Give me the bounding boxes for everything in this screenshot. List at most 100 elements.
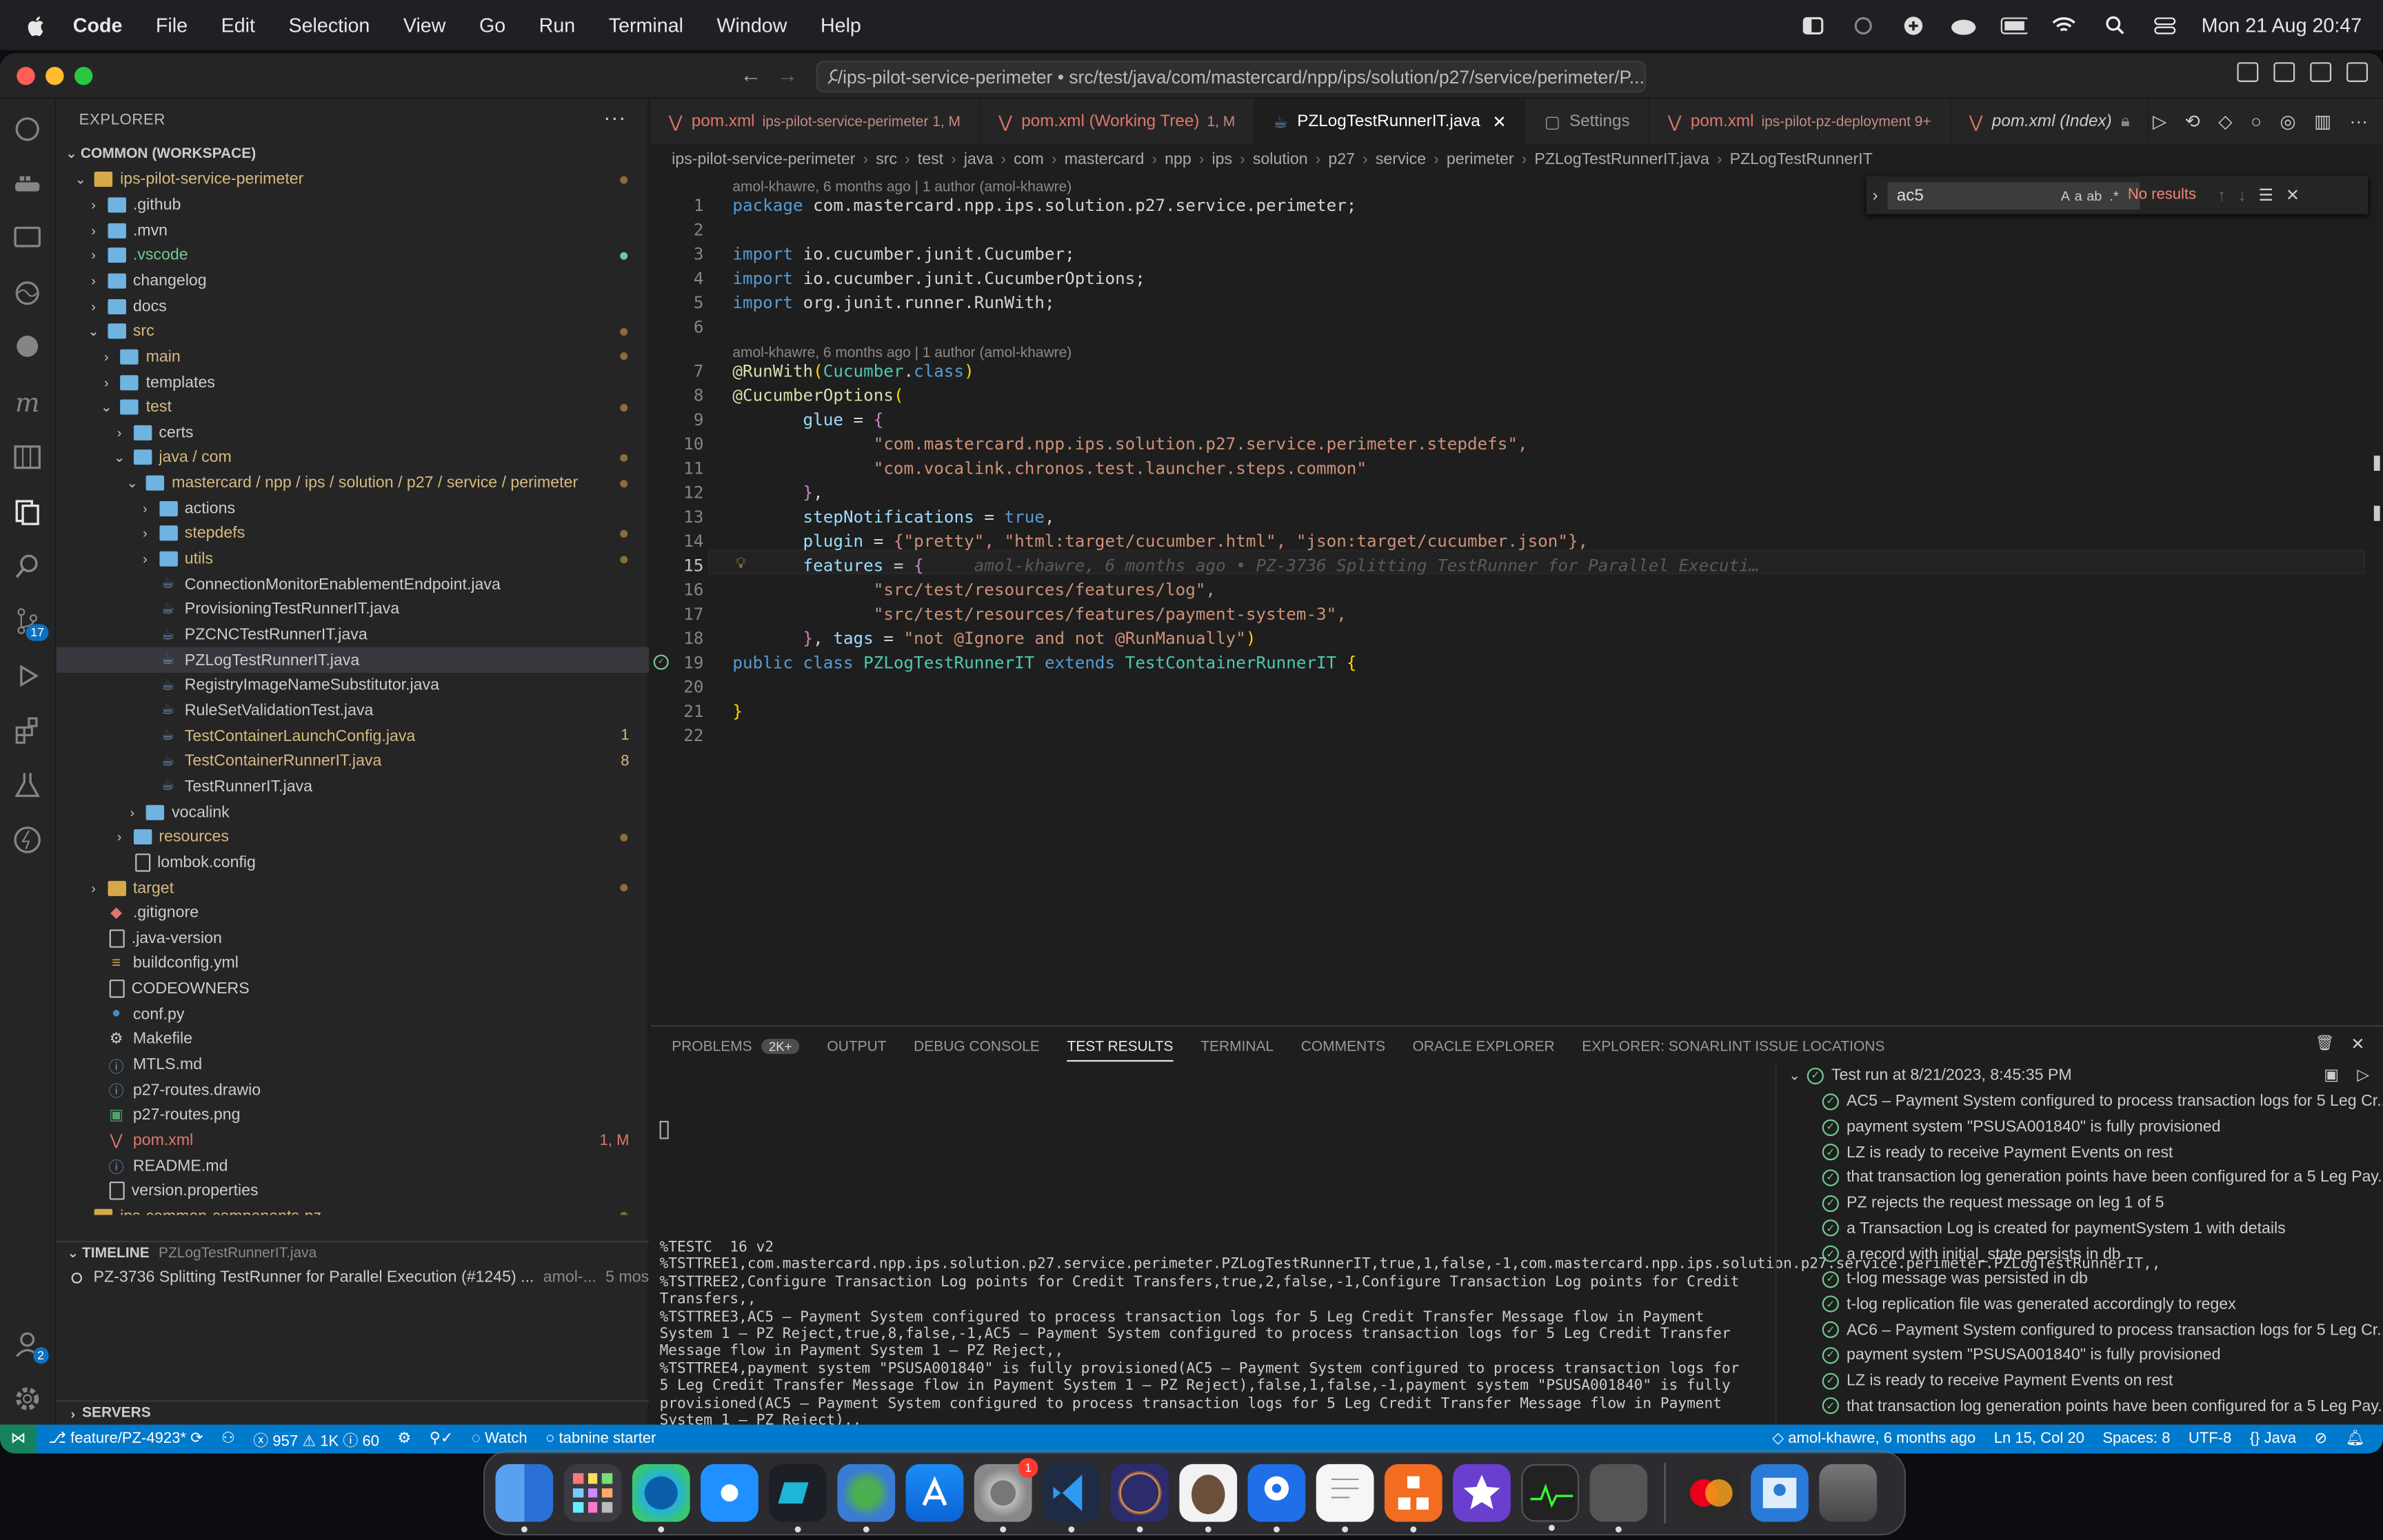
notifications-bell-icon[interactable]: 🔔︎	[2346, 1430, 2365, 1447]
maximize-window-button[interactable]	[74, 66, 93, 85]
menu-view[interactable]: View	[403, 14, 446, 37]
timeline-entry[interactable]: PZ-3736 Splitting TestRunner for Paralle…	[57, 1265, 649, 1290]
cloud-icon[interactable]	[1951, 14, 1978, 36]
run-icon[interactable]: ▷	[2357, 1066, 2369, 1084]
tree-file[interactable]: CODEOWNERS	[57, 976, 650, 1002]
codelens-blame[interactable]: amol-khawre, 6 months ago | 1 author (am…	[732, 179, 1072, 196]
menu-terminal[interactable]: Terminal	[609, 14, 683, 37]
apple-icon[interactable]	[24, 13, 48, 37]
tree-folder[interactable]: › stepdefs	[57, 521, 650, 547]
menu-selection[interactable]: Selection	[288, 14, 370, 37]
next-change-icon[interactable]: ○	[2251, 111, 2262, 132]
maven-icon[interactable]: m	[12, 387, 43, 418]
copilot-icon[interactable]: ⊘	[2315, 1430, 2327, 1447]
menu-app-name[interactable]: Code	[73, 14, 123, 37]
test-result-item[interactable]: ✓ that transaction log generation points …	[1777, 1165, 2383, 1191]
edge-browser-icon[interactable]	[632, 1463, 690, 1533]
close-panel-icon[interactable]: ✕	[2351, 1034, 2364, 1054]
maps-pin-icon[interactable]	[1247, 1463, 1306, 1533]
docker-icon[interactable]	[12, 169, 43, 199]
tree-folder[interactable]: ⌄ mastercard / npp / ips / solution / p27…	[57, 471, 650, 496]
tree-file[interactable]: ☕ RuleSetValidationTest.java	[57, 698, 650, 724]
chevron-right-icon[interactable]: ›	[1872, 186, 1878, 204]
toggle-secondary-sidebar-icon[interactable]	[2310, 62, 2332, 82]
breadcrumb-item[interactable]: perimeter	[1447, 150, 1514, 168]
breadcrumb-item[interactable]: PZLogTestRunnerIT.java	[1534, 150, 1709, 168]
tab-test-results[interactable]: TEST RESULTS	[1067, 1039, 1174, 1062]
breadcrumb-item[interactable]: mastercard	[1065, 150, 1145, 168]
menu-edit[interactable]: Edit	[221, 14, 255, 37]
problems-status[interactable]: ⓧ 957 ⚠ 1K ⓘ 60	[253, 1428, 379, 1450]
clear-icon[interactable]: 🗑︎	[2315, 1036, 2334, 1053]
indentation[interactable]: Spaces: 8	[2102, 1430, 2170, 1447]
tree-file[interactable]: ☕ ConnectionMonitorEnablementEndpoint.jav…	[57, 571, 650, 597]
automator-icon[interactable]	[1589, 1463, 1648, 1533]
tab-pzlogtestrunner[interactable]: ☕ PZLogTestRunnerIT.java ✕	[1254, 99, 1527, 145]
tree-file[interactable]: ● conf.py	[57, 1002, 650, 1027]
tree-folder[interactable]: › vocalink	[57, 799, 650, 824]
gitlens-icon[interactable]: ◎	[2280, 111, 2296, 132]
split-editor-icon[interactable]: ▥	[2314, 111, 2331, 132]
tree-folder[interactable]: › .mvn	[57, 218, 650, 243]
debug-launch-icon[interactable]: ⚙	[397, 1430, 411, 1447]
remote-indicator-icon[interactable]: ⋈	[0, 1424, 37, 1454]
activity-monitor-icon[interactable]	[1521, 1463, 1580, 1531]
tree-folder[interactable]: › actions	[57, 496, 650, 521]
tabnine-status[interactable]: ○ tabnine starter	[545, 1430, 656, 1447]
tree-folder[interactable]: ⌄ java / com	[57, 445, 650, 471]
breadcrumb-item[interactable]: com	[1014, 150, 1044, 168]
back-arrow-icon[interactable]: ←	[740, 62, 761, 86]
tree-folder[interactable]: ⌄ test	[57, 394, 650, 420]
tab-sonarlint[interactable]: EXPLORER: SONARLINT ISSUE LOCATIONS	[1582, 1039, 1884, 1062]
gitlens-status-icon[interactable]: ⚇	[221, 1430, 235, 1447]
safari-icon[interactable]	[701, 1463, 758, 1522]
mastercard-icon[interactable]	[1682, 1463, 1740, 1522]
breadcrumb-item[interactable]: service	[1376, 150, 1426, 168]
close-tab-icon[interactable]: ✕	[1492, 112, 1506, 131]
tree-file[interactable]: ◆ .gitignore	[57, 900, 650, 926]
menu-help[interactable]: Help	[821, 14, 861, 37]
search-sidebar-icon[interactable]	[12, 551, 43, 582]
tree-file[interactable]: ⋁ pom.xml 1, M	[57, 1128, 650, 1153]
test-result-item[interactable]: ✓ payment system "PSUSA001840" is fully p…	[1777, 1114, 2383, 1139]
sonarlint-icon[interactable]: ⚲✓	[430, 1430, 454, 1447]
tree-folder[interactable]: › changelog	[57, 268, 650, 294]
next-match-icon[interactable]: ↓	[2238, 186, 2246, 204]
tree-folder[interactable]: › .github	[57, 192, 650, 218]
whole-word-icon[interactable]: ab	[2087, 188, 2102, 203]
tab-debug-console[interactable]: DEBUG CONSOLE	[914, 1039, 1040, 1062]
codelens-blame-class[interactable]: amol-khawre, 6 months ago | 1 author (am…	[732, 345, 1072, 361]
test-result-item[interactable]: ✓ AC5 – Payment System configured to proc…	[1777, 1089, 2383, 1115]
tree-file[interactable]: ☕ PZLogTestRunnerIT.java	[56, 647, 650, 673]
close-window-button[interactable]	[17, 66, 35, 85]
tree-file[interactable]: ☕ ProvisioningTestRunnerIT.java	[57, 597, 650, 622]
tab-pom-perimeter[interactable]: ⋁ pom.xml ips-pilot-service-perimeter 1, M	[650, 99, 981, 145]
menu-window[interactable]: Window	[717, 14, 787, 37]
tab-terminal[interactable]: TERMINAL	[1200, 1039, 1274, 1062]
test-output-log[interactable]: %TESTC 16 v2 %TSTTREE1,com.mastercard.np…	[660, 1239, 2161, 1430]
tree-file[interactable]: lombok.config	[57, 850, 650, 875]
imovie-star-icon[interactable]	[1453, 1463, 1511, 1522]
test-result-item[interactable]: ✓ PZ rejects the request message on leg 1…	[1777, 1191, 2383, 1216]
tree-file[interactable]: ⓘ p27-routes.drawio	[57, 1077, 650, 1103]
regex-icon[interactable]: .*	[2109, 188, 2118, 203]
breadcrumb-item[interactable]: npp	[1165, 150, 1192, 168]
timeline-header[interactable]: ⌄ TIMELINE PZLogTestRunnerIT.java	[56, 1241, 650, 1265]
menu-run[interactable]: Run	[539, 14, 576, 37]
tab-problems[interactable]: PROBLEMS 2K+	[672, 1038, 800, 1062]
command-center[interactable]: /ips-pilot-service-perimeter • src/test/…	[816, 61, 1647, 93]
tab-pom-working-tree[interactable]: ⋁ pom.xml (Working Tree) 1, M	[981, 99, 1255, 145]
spotlight-search-icon[interactable]	[2101, 14, 2129, 36]
settings-gear-icon[interactable]	[12, 1384, 43, 1414]
watch-status[interactable]: ◌ Watch	[472, 1430, 527, 1447]
tree-folder[interactable]: › target	[57, 875, 650, 900]
control-center-icon[interactable]	[2151, 14, 2179, 36]
tab-pom-index[interactable]: ⋁ pom.xml (Index) 🔒︎	[1951, 99, 2150, 145]
tab-output[interactable]: OUTPUT	[827, 1039, 886, 1062]
battery-icon[interactable]	[2001, 14, 2029, 36]
tree-file[interactable]: ☕ PZCNCTestRunnerIT.java	[57, 622, 650, 648]
thunder-client-icon[interactable]	[12, 824, 43, 855]
breadcrumb-item[interactable]: PZLogTestRunnerIT	[1730, 150, 1873, 168]
breadcrumb-item[interactable]: test	[918, 150, 943, 168]
more-actions-icon[interactable]: ···	[2350, 111, 2368, 132]
